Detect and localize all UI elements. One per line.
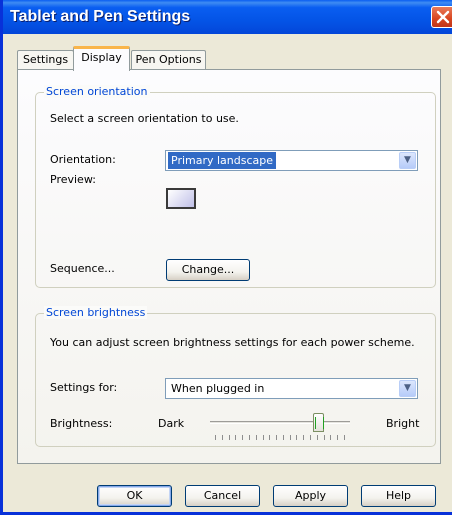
- tab-settings[interactable]: Settings: [17, 50, 74, 70]
- slider-tick: [215, 435, 216, 440]
- settings-for-label: Settings for:: [50, 381, 118, 394]
- tab-pen-options[interactable]: Pen Options: [131, 50, 206, 70]
- slider-tick: [276, 435, 277, 440]
- apply-button[interactable]: Apply: [273, 485, 348, 507]
- slider-tick: [242, 435, 243, 440]
- preview-label: Preview:: [50, 173, 96, 186]
- apply-button-label: Apply: [294, 489, 327, 502]
- brightness-description: You can adjust screen brightness setting…: [50, 336, 415, 349]
- brightness-tick-marks: [215, 435, 345, 440]
- brightness-slider[interactable]: [210, 412, 360, 442]
- brightness-bright-label: Bright: [386, 417, 420, 430]
- slider-tick: [290, 435, 291, 440]
- tab-display-label: Display: [81, 51, 122, 64]
- orientation-description: Select a screen orientation to use.: [50, 112, 239, 125]
- power-scheme-selected-value: When plugged in: [171, 382, 265, 395]
- orientation-label: Orientation:: [50, 153, 116, 166]
- landscape-preview-icon: [166, 188, 196, 209]
- slider-tick: [256, 435, 257, 440]
- chevron-down-icon[interactable]: ▼: [399, 152, 416, 169]
- sequence-label: Sequence...: [50, 262, 115, 275]
- ok-button-label: OK: [126, 489, 143, 502]
- title-bar[interactable]: Tablet and Pen Settings: [3, 0, 452, 34]
- brightness-slider-thumb[interactable]: [313, 413, 324, 432]
- close-button[interactable]: [431, 6, 452, 28]
- orientation-select[interactable]: Primary landscape ▼: [165, 150, 418, 171]
- slider-tick: [222, 435, 223, 440]
- brightness-label: Brightness:: [50, 417, 113, 430]
- slider-tick: [344, 435, 345, 440]
- tab-settings-label: Settings: [22, 53, 69, 66]
- slider-tick: [249, 435, 250, 440]
- change-button-label: Change...: [181, 263, 235, 276]
- window-title: Tablet and Pen Settings: [10, 8, 191, 25]
- slider-tick: [263, 435, 264, 440]
- display-tab-panel: Screen orientation Select a screen orien…: [17, 69, 441, 464]
- slider-tick: [303, 435, 304, 440]
- tab-pen-options-label: Pen Options: [135, 53, 202, 66]
- close-icon: [436, 10, 450, 24]
- slider-tick: [310, 435, 311, 440]
- change-button[interactable]: Change...: [166, 259, 250, 281]
- dialog-window: Tablet and Pen Settings Settings Display…: [0, 0, 452, 515]
- slider-tick: [296, 435, 297, 440]
- slider-tick: [337, 435, 338, 440]
- ok-button[interactable]: OK: [97, 485, 172, 507]
- screen-brightness-legend: Screen brightness: [44, 306, 148, 319]
- help-button[interactable]: Help: [361, 485, 436, 507]
- brightness-dark-label: Dark: [158, 417, 185, 430]
- slider-tick: [269, 435, 270, 440]
- power-scheme-select[interactable]: When plugged in ▼: [165, 378, 418, 399]
- screen-orientation-legend: Screen orientation: [44, 85, 150, 98]
- brightness-slider-track: [210, 421, 350, 424]
- orientation-selected-value: Primary landscape: [168, 152, 277, 169]
- slider-tick: [317, 435, 318, 440]
- cancel-button[interactable]: Cancel: [185, 485, 260, 507]
- slider-tick: [235, 435, 236, 440]
- slider-tick: [229, 435, 230, 440]
- cancel-button-label: Cancel: [203, 489, 242, 502]
- slider-tick: [283, 435, 284, 440]
- chevron-down-icon[interactable]: ▼: [399, 380, 416, 397]
- slider-tick: [324, 435, 325, 440]
- tab-display[interactable]: Display: [73, 46, 130, 71]
- help-button-label: Help: [385, 489, 412, 502]
- slider-tick: [330, 435, 331, 440]
